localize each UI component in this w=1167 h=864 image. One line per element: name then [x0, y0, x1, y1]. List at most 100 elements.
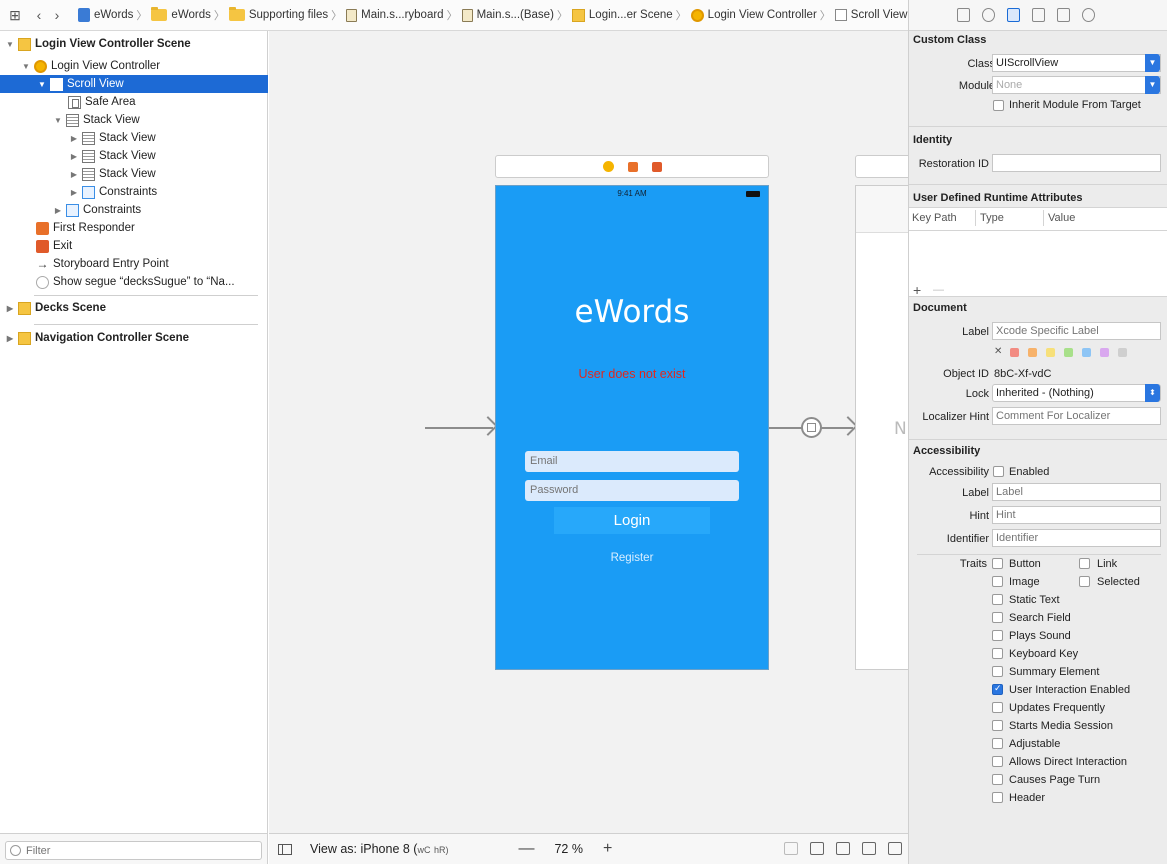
- disclosure-down-icon[interactable]: ▼: [20, 62, 32, 71]
- email-field[interactable]: [525, 451, 739, 472]
- app-title-label[interactable]: eWords: [496, 294, 768, 330]
- breadcrumb-scroll-view[interactable]: Scroll View: [834, 9, 907, 21]
- disclosure-right-icon[interactable]: ▶: [68, 152, 80, 161]
- outline-stack-view[interactable]: ▼ Stack View: [0, 111, 268, 129]
- trait-plays-sound-checkbox[interactable]: [992, 630, 1003, 641]
- login-button[interactable]: Login: [554, 507, 710, 534]
- outline-exit[interactable]: Exit: [0, 237, 268, 255]
- storyboard-canvas[interactable]: 9:41 AM eWords User does not exist Login…: [269, 31, 908, 833]
- trait-user-interaction-checkbox[interactable]: [992, 683, 1003, 695]
- attributes-inspector-icon[interactable]: [1032, 8, 1045, 22]
- breadcrumb-storyboard[interactable]: Main.s...ryboard 〉: [346, 7, 458, 23]
- outline-navigation-scene[interactable]: ▶ Navigation Controller Scene: [0, 329, 268, 347]
- forward-arrow-icon[interactable]: ›: [48, 5, 66, 25]
- trait-keyboard-key-checkbox[interactable]: [992, 648, 1003, 659]
- back-arrow-icon[interactable]: ‹: [30, 5, 48, 25]
- trait-link-checkbox[interactable]: [1079, 558, 1090, 569]
- trait-image-checkbox[interactable]: [992, 576, 1003, 587]
- outline-stack-view-3[interactable]: ▶ Stack View: [0, 165, 268, 183]
- chevron-updown-icon[interactable]: ⬍: [1145, 384, 1160, 402]
- outline-scroll-view[interactable]: ▼ Scroll View: [0, 75, 268, 93]
- trait-summary-element-checkbox[interactable]: [992, 666, 1003, 677]
- outline-first-responder[interactable]: First Responder: [0, 219, 268, 237]
- outline-constraints-outer[interactable]: ▶ Constraints: [0, 201, 268, 219]
- lock-popup[interactable]: Inherited - (Nothing) ⬍: [992, 384, 1161, 402]
- outline-segue[interactable]: Show segue “decksSugue” to “Na...: [0, 273, 268, 291]
- filter-input[interactable]: [5, 841, 262, 860]
- chevron-down-icon[interactable]: ▼: [1145, 54, 1160, 72]
- update-frames-icon[interactable]: [784, 842, 798, 855]
- zoom-out-button[interactable]: —: [518, 840, 534, 858]
- view-as-device-button[interactable]: View as: iPhone 8 (wC hR): [310, 842, 448, 856]
- error-label[interactable]: User does not exist: [496, 367, 768, 381]
- entry-point-arrow[interactable]: [425, 427, 493, 429]
- disclosure-right-icon[interactable]: ▶: [68, 134, 80, 143]
- breadcrumb-storyboard-base[interactable]: Main.s...(Base) 〉: [461, 7, 568, 23]
- segue-icon[interactable]: [801, 417, 822, 438]
- inherit-module-checkbox[interactable]: [993, 100, 1004, 111]
- trait-static-text-checkbox[interactable]: [992, 594, 1003, 605]
- next-scene-dock[interactable]: [855, 155, 908, 178]
- file-inspector-icon[interactable]: [957, 8, 970, 22]
- disclosure-down-icon[interactable]: ▼: [52, 116, 64, 125]
- password-field[interactable]: [525, 480, 739, 501]
- accessibility-enabled-checkbox[interactable]: [993, 466, 1004, 477]
- align-icon[interactable]: [836, 842, 850, 855]
- localizer-hint-field[interactable]: [992, 407, 1161, 425]
- hint-field[interactable]: [992, 506, 1161, 524]
- trait-button-checkbox[interactable]: [992, 558, 1003, 569]
- outline-decks-scene[interactable]: ▶ Decks Scene: [0, 299, 268, 317]
- login-scene-view[interactable]: 9:41 AM eWords User does not exist Login…: [495, 185, 769, 670]
- orange-label-icon[interactable]: [1028, 348, 1037, 357]
- exit-icon[interactable]: [651, 161, 662, 172]
- green-label-icon[interactable]: [1064, 348, 1073, 357]
- trait-adjustable-checkbox[interactable]: [992, 738, 1003, 749]
- trait-direct-interaction-checkbox[interactable]: [992, 756, 1003, 767]
- blue-label-icon[interactable]: [1082, 348, 1091, 357]
- key-path-column[interactable]: Key Path: [912, 212, 957, 224]
- remove-attribute-button[interactable]: —: [933, 284, 944, 296]
- disclosure-down-icon[interactable]: ▼: [4, 40, 16, 49]
- disclosure-right-icon[interactable]: ▶: [68, 170, 80, 179]
- outline-entry-point[interactable]: → Storyboard Entry Point: [0, 255, 268, 273]
- add-attribute-button[interactable]: +: [913, 282, 921, 298]
- disclosure-right-icon[interactable]: ▶: [4, 334, 16, 343]
- class-field[interactable]: UIScrollView ▼: [992, 54, 1161, 72]
- type-column[interactable]: Type: [980, 212, 1004, 224]
- breadcrumb-group[interactable]: eWords 〉: [151, 7, 225, 23]
- trait-search-field-checkbox[interactable]: [992, 612, 1003, 623]
- purple-label-icon[interactable]: [1100, 348, 1109, 357]
- breadcrumb-view-controller[interactable]: Login View Controller 〉: [690, 7, 831, 23]
- toggle-outline-icon[interactable]: [278, 843, 292, 855]
- disclosure-right-icon[interactable]: ▶: [52, 206, 64, 215]
- add-constraints-icon[interactable]: [862, 842, 876, 855]
- outline-login-scene[interactable]: ▼ Login View Controller Scene: [0, 35, 268, 53]
- acc-label-field[interactable]: [992, 483, 1161, 501]
- restoration-id-field[interactable]: [992, 154, 1161, 172]
- register-button[interactable]: Register: [496, 552, 768, 564]
- runtime-attributes-table[interactable]: Key Path Type Value + —: [909, 207, 1167, 298]
- trait-updates-frequently-checkbox[interactable]: [992, 702, 1003, 713]
- disclosure-right-icon[interactable]: ▶: [4, 304, 16, 313]
- gray-label-icon[interactable]: [1118, 348, 1127, 357]
- outline-stack-view-2[interactable]: ▶ Stack View: [0, 147, 268, 165]
- navigation-scene-view[interactable]: N: [855, 185, 908, 670]
- chevron-down-icon[interactable]: ▼: [1145, 76, 1160, 94]
- disclosure-down-icon[interactable]: ▼: [36, 80, 48, 89]
- size-inspector-icon[interactable]: [1057, 8, 1070, 22]
- scene-dock[interactable]: [495, 155, 769, 178]
- view-controller-icon[interactable]: [602, 161, 614, 172]
- disclosure-right-icon[interactable]: ▶: [68, 188, 80, 197]
- red-label-icon[interactable]: [1010, 348, 1019, 357]
- outline-stack-view-1[interactable]: ▶ Stack View: [0, 129, 268, 147]
- resolve-issues-icon[interactable]: [888, 842, 902, 855]
- connections-inspector-icon[interactable]: [1082, 8, 1095, 22]
- outline-login-view-controller[interactable]: ▼ Login View Controller: [0, 57, 268, 75]
- outline-constraints-inner[interactable]: ▶ Constraints: [0, 183, 268, 201]
- module-field[interactable]: None ▼: [992, 76, 1161, 94]
- outline-safe-area[interactable]: Safe Area: [0, 93, 268, 111]
- related-items-icon[interactable]: ⊞: [6, 5, 24, 25]
- trait-starts-media-checkbox[interactable]: [992, 720, 1003, 731]
- embed-in-icon[interactable]: [810, 842, 824, 855]
- trait-page-turn-checkbox[interactable]: [992, 774, 1003, 785]
